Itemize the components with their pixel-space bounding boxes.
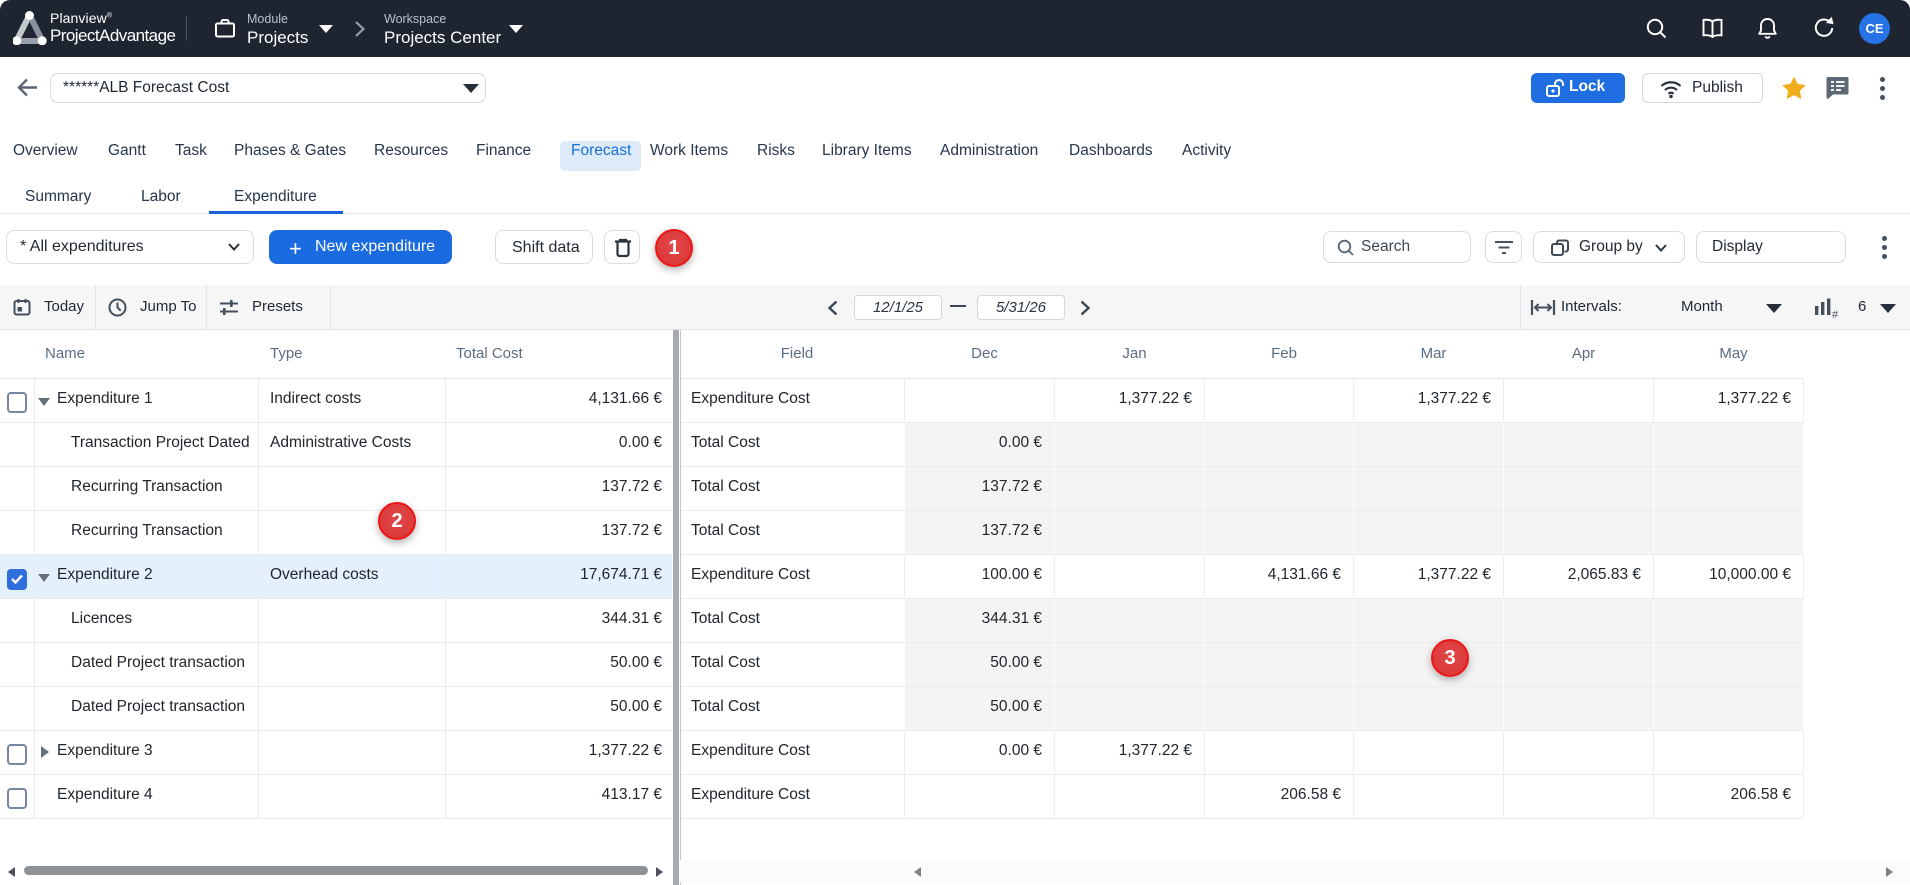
- svg-text:#: #: [1832, 309, 1839, 318]
